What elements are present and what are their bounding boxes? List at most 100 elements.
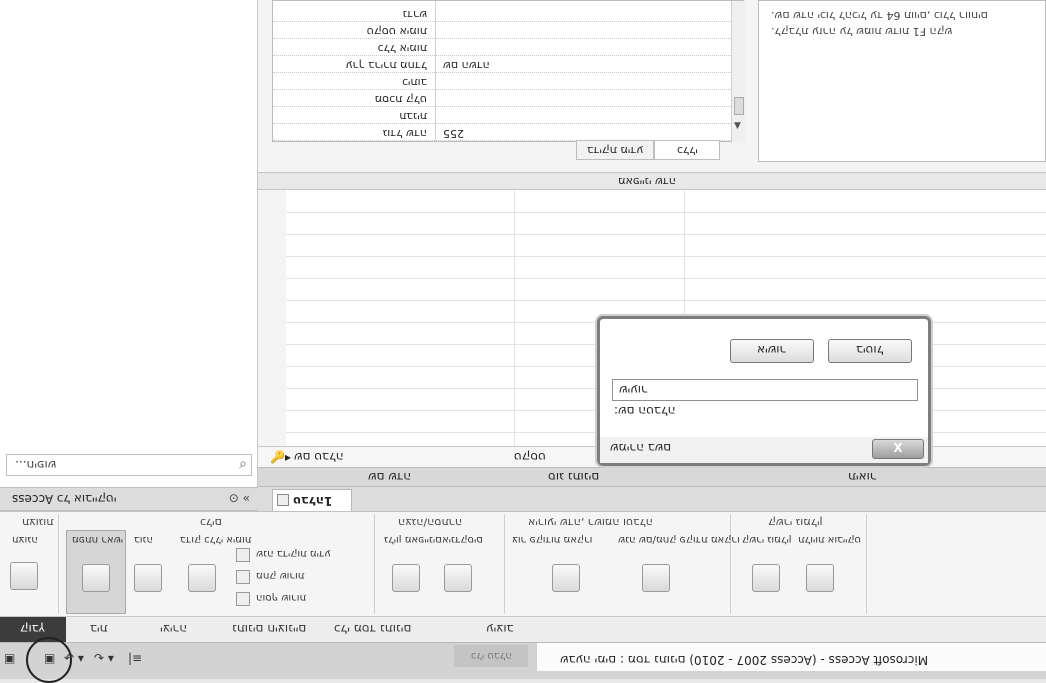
group-label-views: תצוגות bbox=[22, 516, 54, 529]
tab-create[interactable]: יצירה bbox=[160, 622, 187, 636]
property-key: נדרש bbox=[402, 8, 427, 21]
window-title: Microsoft Access - (Access 2007 - 2010) … bbox=[560, 653, 929, 667]
insert-rows-label[interactable]: הוסף שורות bbox=[256, 592, 306, 603]
tab-external-data[interactable]: נתונים חיצוניים bbox=[232, 622, 306, 636]
nav-search-box[interactable]: חיפוש... ⌕ bbox=[6, 454, 252, 476]
delete-rows-icon[interactable] bbox=[236, 570, 250, 584]
table-name-label: שם הטבלה: bbox=[614, 404, 676, 418]
property-key: טקסט אימות bbox=[366, 25, 427, 38]
view-label: תצוגה bbox=[12, 534, 38, 545]
field-properties-tabs: כללי בדיקת מידע bbox=[576, 140, 724, 162]
field-help-panel: שם שדה יכול להכיל עד 64 תווים, כולל רווח… bbox=[758, 0, 1046, 162]
ribbon-separator bbox=[504, 514, 505, 614]
scrollbar-thumb[interactable] bbox=[734, 97, 744, 115]
group-label-tools: כלים bbox=[200, 516, 222, 529]
grid-line bbox=[286, 234, 1046, 235]
property-key: תבנית bbox=[399, 110, 427, 123]
modify-lookups-icon[interactable] bbox=[236, 548, 250, 562]
chevron-left-icon[interactable]: ⊙ « bbox=[229, 491, 250, 505]
relationships-button[interactable] bbox=[752, 564, 780, 592]
data-type-cell[interactable]: טקסט bbox=[514, 450, 546, 464]
close-icon[interactable]: X bbox=[872, 439, 924, 459]
property-sheet-button[interactable] bbox=[392, 564, 420, 592]
tab-lookup[interactable]: בדיקת מידע bbox=[576, 140, 654, 160]
ok-button[interactable]: אישור bbox=[730, 339, 814, 363]
create-macros-button[interactable] bbox=[552, 564, 580, 592]
scroll-down-icon[interactable]: ▼ bbox=[734, 121, 741, 131]
nav-pane-title: כל אובייקטי Access bbox=[12, 492, 117, 506]
document-tab-label: טבלה1 bbox=[293, 494, 333, 508]
search-icon[interactable]: ⌕ bbox=[239, 456, 247, 472]
redo-icon[interactable]: ↷ ▾ bbox=[94, 651, 114, 665]
save-highlight-circle bbox=[26, 637, 72, 683]
property-value[interactable]: 255 bbox=[443, 127, 464, 140]
ribbon-separator bbox=[866, 514, 867, 614]
grid-line bbox=[286, 256, 1046, 257]
table-tools-label: כלי טבלה bbox=[454, 645, 528, 667]
tab-database-tools[interactable]: כלי מסד נתונים bbox=[334, 622, 411, 636]
tab-home[interactable]: בית bbox=[90, 622, 108, 636]
rename-macro-label: שנה שם/מחק פקודת מאקרו bbox=[618, 534, 740, 545]
column-header: סוג נתונים bbox=[548, 470, 600, 484]
builder-button[interactable] bbox=[134, 564, 162, 592]
test-validation-button[interactable] bbox=[188, 564, 216, 592]
access-icon: ▣ bbox=[4, 651, 16, 665]
property-row[interactable]: נדרש bbox=[273, 7, 731, 22]
properties-scrollbar[interactable]: ▼ bbox=[731, 1, 745, 143]
customize-toolbar-icon[interactable]: |≡ bbox=[128, 651, 142, 665]
column-header: תיאור bbox=[848, 470, 877, 484]
relationships-label: קשרי גומלין bbox=[742, 534, 792, 545]
property-row[interactable]: ערך ברירת מחדל שם השדה bbox=[273, 58, 731, 73]
property-row[interactable]: כיתוב bbox=[273, 75, 731, 90]
modify-lookups-label[interactable]: שנה בדיקות מידע bbox=[256, 548, 331, 559]
field-properties-header: מאפייני שדה bbox=[258, 172, 1046, 190]
view-button[interactable] bbox=[10, 562, 38, 590]
ribbon: תצוגות כלים הצגה/הסתרה אירועי שדה, רשומה… bbox=[0, 511, 1046, 616]
table-name-input[interactable]: שיעור bbox=[612, 379, 918, 401]
dialog-titlebar: שמירה בשם X bbox=[600, 437, 928, 463]
group-label-relationships: קשרי גומלין bbox=[768, 516, 823, 529]
property-row[interactable]: מסכת קלט bbox=[273, 92, 731, 107]
property-row[interactable]: טקסט אימות bbox=[273, 24, 731, 39]
rename-macro-button[interactable] bbox=[642, 564, 670, 592]
field-properties-title: מאפייני שדה bbox=[618, 175, 676, 188]
help-text-line: שם שדה יכול להכיל עד 64 תווים, כולל רווח… bbox=[771, 9, 988, 22]
grid-line bbox=[286, 212, 1046, 213]
nav-pane-header[interactable]: כל אובייקטי Access ⊙ « bbox=[0, 487, 258, 511]
delete-rows-label[interactable]: מחק שורות bbox=[256, 570, 304, 581]
create-macros-label: צור פקודות מאקרו bbox=[512, 534, 593, 545]
tab-table1[interactable]: טבלה1 bbox=[272, 489, 352, 511]
tab-general[interactable]: כללי bbox=[654, 140, 720, 160]
property-value[interactable]: שם השדה bbox=[443, 59, 490, 72]
property-row[interactable]: תבנית bbox=[273, 109, 731, 124]
group-label-show-hide: הצגה/הסתרה bbox=[398, 516, 463, 529]
property-row[interactable]: גודל שדה 255 bbox=[273, 126, 731, 141]
design-grid-headers: שם שדה סוג נתונים תיאור bbox=[258, 467, 1046, 487]
indexes-button[interactable] bbox=[444, 564, 472, 592]
test-validation-label: בדוק כללי אימות bbox=[180, 534, 252, 545]
ribbon-tab-bar: קובץ בית יצירה נתונים חיצוניים כלי מסד נ… bbox=[0, 616, 1046, 643]
primary-key-icon: 🔑▸ bbox=[270, 450, 291, 464]
property-key: כלל אימות bbox=[377, 42, 427, 55]
insert-rows-icon[interactable] bbox=[236, 592, 250, 606]
property-key: מסכת קלט bbox=[374, 93, 427, 106]
primary-key-label: מפתח ראשי bbox=[72, 534, 123, 545]
indexes-label: אינדקסים bbox=[442, 534, 483, 545]
tab-design[interactable]: עיצוב bbox=[486, 622, 514, 636]
cancel-button[interactable]: ביטול bbox=[828, 339, 912, 363]
object-dependencies-label: תלויות אובייקט bbox=[798, 534, 861, 545]
property-row[interactable]: כלל אימות bbox=[273, 41, 731, 56]
column-header: שם שדה bbox=[368, 470, 412, 484]
document-tab-strip: טבלה1 bbox=[258, 487, 1046, 511]
table-icon bbox=[277, 494, 289, 506]
property-key: גודל שדה bbox=[382, 127, 427, 140]
grid-line bbox=[286, 278, 1046, 279]
ribbon-separator bbox=[730, 514, 731, 614]
table-name-value[interactable]: שיעור bbox=[619, 383, 648, 397]
property-key: ערך ברירת מחדל bbox=[345, 59, 427, 72]
object-dependencies-button[interactable] bbox=[806, 564, 834, 592]
field-name-cell[interactable]: שם טבלה bbox=[294, 450, 344, 464]
help-text-line: הקש F1 לקבלת עזרה על שמות שדות. bbox=[771, 25, 953, 38]
navigation-pane: חיפוש... ⌕ bbox=[0, 0, 258, 487]
group-label-events: אירועי שדה, רשומה וטבלה bbox=[528, 516, 653, 529]
